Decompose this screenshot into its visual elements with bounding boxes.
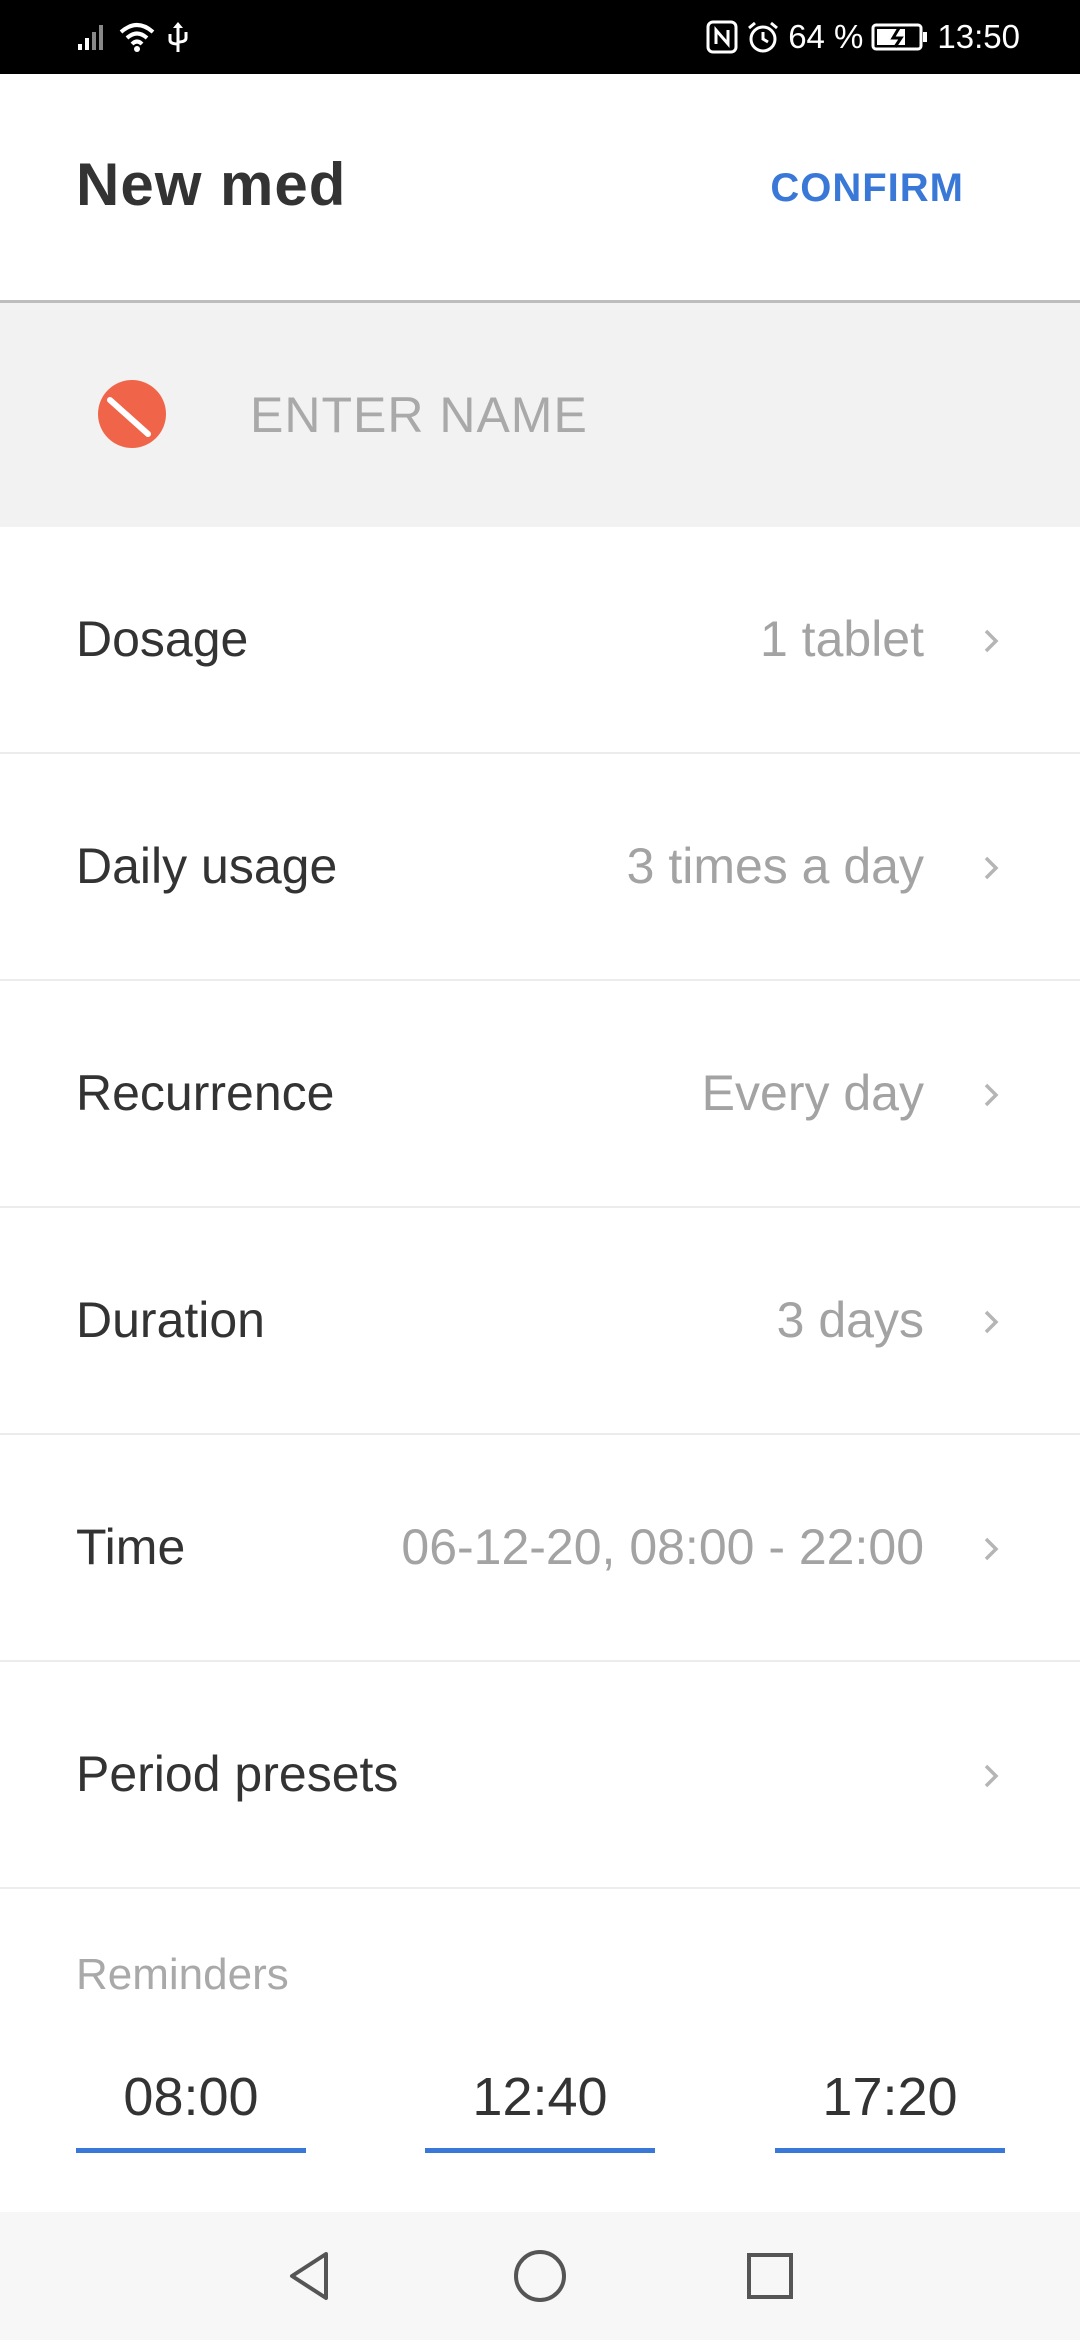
alarm-icon [748,21,779,53]
pill-icon [98,380,166,448]
time-value: 06-12-20, 08:00 - 22:00 [401,1519,924,1575]
time-row[interactable]: Time 06-12-20, 08:00 - 22:00 [0,1435,1080,1662]
reminder-time-3-value: 17:20 [822,2067,958,2127]
dosage-value: 1 tablet [759,611,924,667]
status-time: 13:50 [937,18,1020,55]
reminder-time-1[interactable]: 08:00 [76,2052,306,2153]
dosage-row[interactable]: Dosage 1 tablet [0,527,1080,754]
status-right-icons: 64 % 13:50 [706,14,1020,60]
recurrence-value: Every day [701,1065,924,1121]
chevron-right-icon [984,629,999,653]
app-header: New med CONFIRM [0,74,1080,303]
status-bar: 64 % 13:50 [0,0,1080,74]
status-left-icons [76,16,190,58]
chevron-right-icon [984,1537,999,1561]
duration-value: 3 days [776,1292,924,1348]
page-title: New med [76,151,347,218]
nfc-icon [706,20,738,54]
system-nav-bar [0,2212,1080,2340]
home-circle-icon[interactable] [510,2246,570,2306]
daily-usage-label: Daily usage [76,838,338,894]
reminder-time-3[interactable]: 17:20 [775,2052,1005,2153]
recurrence-row[interactable]: Recurrence Every day [0,981,1080,1208]
battery-charging-icon [871,23,928,51]
daily-usage-value: 3 times a day [626,838,924,894]
daily-usage-row[interactable]: Daily usage 3 times a day [0,754,1080,981]
back-triangle-icon[interactable] [280,2246,340,2306]
reminder-time-1-value: 08:00 [123,2067,259,2127]
chevron-right-icon [984,1083,999,1107]
chevron-right-icon [984,1310,999,1334]
chevron-right-icon [984,856,999,880]
confirm-button[interactable]: CONFIRM [770,166,964,211]
reminders-heading: Reminders [76,1950,289,1999]
dosage-label: Dosage [76,611,249,667]
settings-list: Dosage 1 tablet Daily usage 3 times a da… [0,527,1080,1889]
period-presets-label: Period presets [76,1746,399,1802]
time-label: Time [76,1519,186,1575]
duration-row[interactable]: Duration 3 days [0,1208,1080,1435]
signal-icon [78,25,103,50]
chevron-right-icon [984,1764,999,1788]
recurrence-label: Recurrence [76,1065,335,1121]
usb-icon [168,22,188,52]
period-presets-row[interactable]: Period presets [0,1662,1080,1889]
med-name-input[interactable] [250,380,1010,450]
duration-label: Duration [76,1292,265,1348]
reminder-time-2-value: 12:40 [472,2067,608,2127]
battery-percent: 64 % [788,18,864,55]
reminder-time-2[interactable]: 12:40 [425,2052,655,2153]
recents-square-icon[interactable] [740,2246,800,2306]
wifi-icon [119,23,155,52]
